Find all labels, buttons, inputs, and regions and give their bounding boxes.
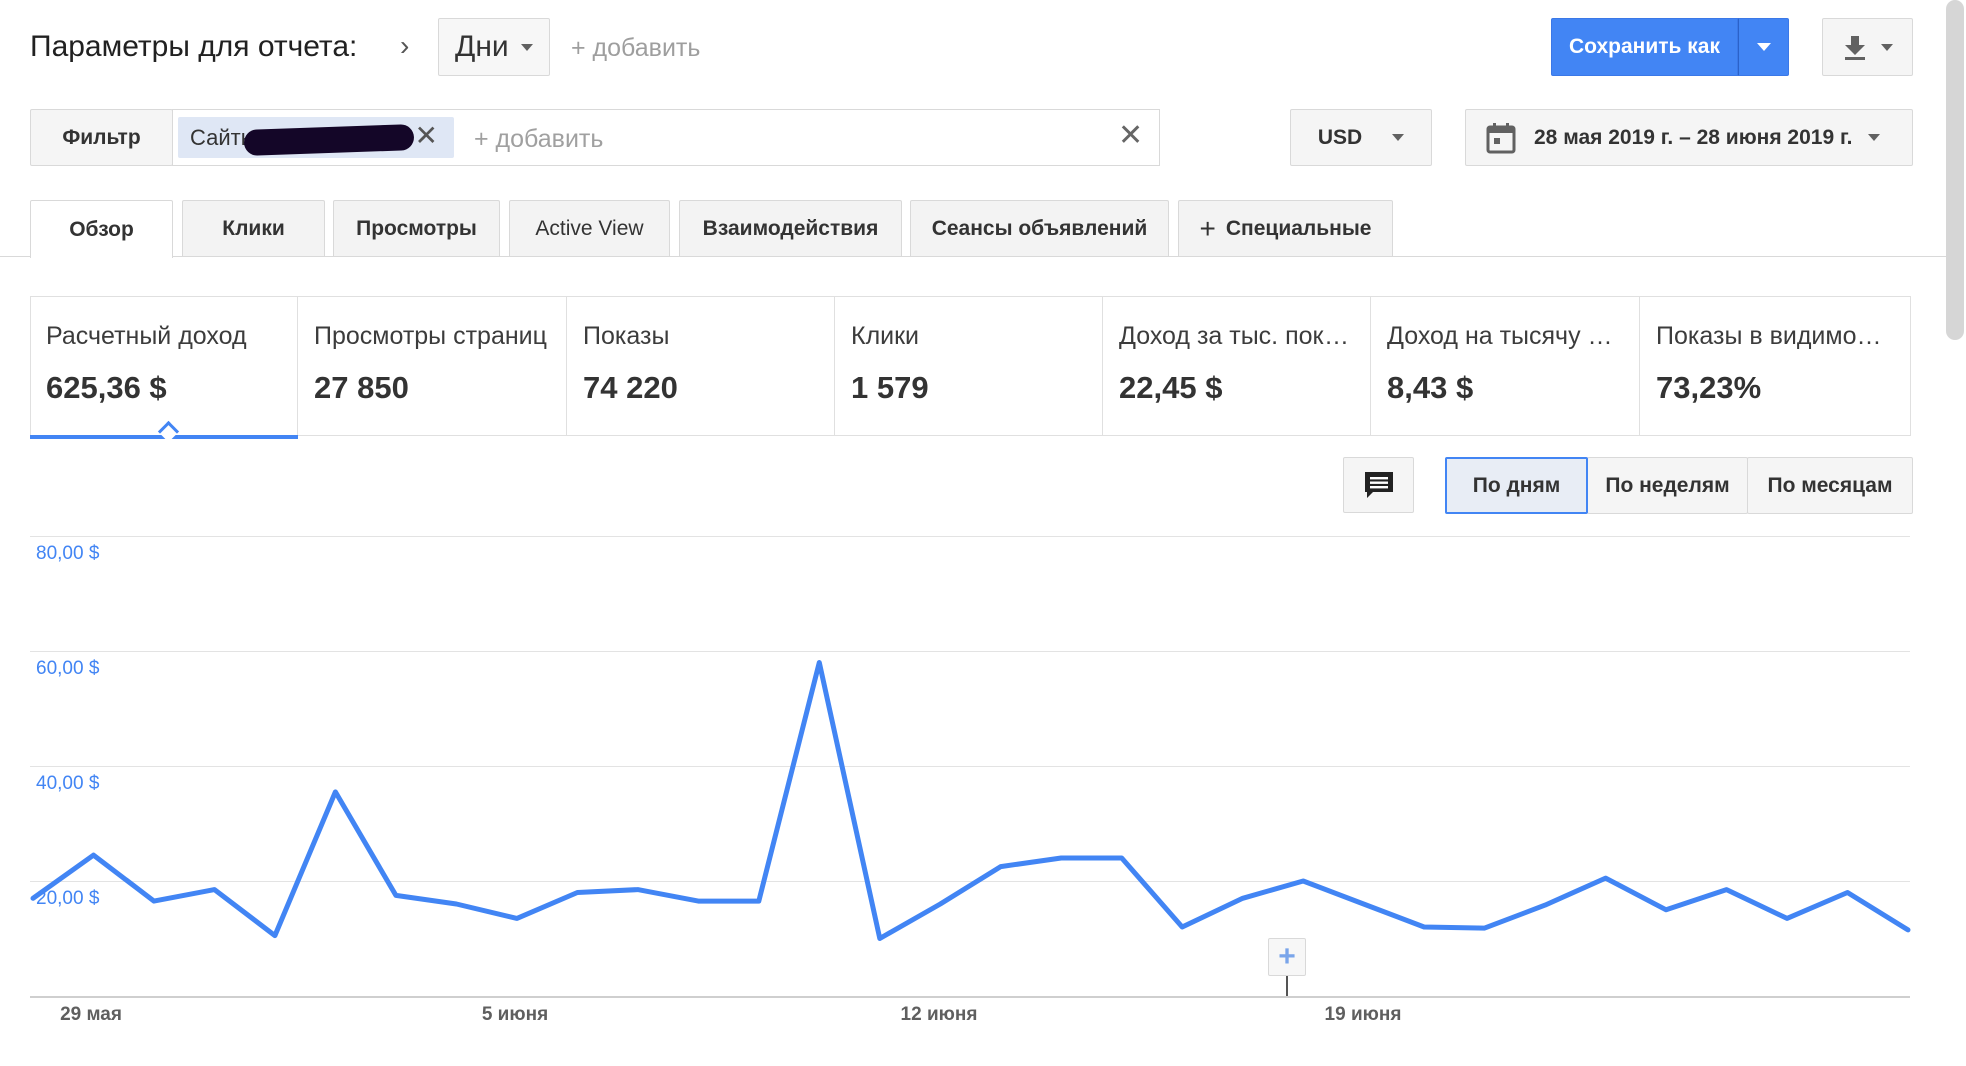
y-tick-label: 60,00 $ [36,658,100,679]
y-tick-label: 40,00 $ [36,773,100,794]
period-month-label: По месяцам [1767,473,1893,497]
tabs-baseline [0,256,1950,257]
date-range-select[interactable]: 28 мая 2019 г. – 28 июня 2019 г. [1465,109,1913,166]
gridline [30,651,1910,652]
tab-overview[interactable]: Обзор [30,200,173,258]
metric-card-impressions[interactable]: Показы 74 220 [567,296,835,436]
metric-label: Расчетный доход [46,322,247,350]
scrollbar-thumb[interactable] [1946,0,1964,340]
currency-select[interactable]: USD [1290,109,1432,166]
download-icon [1844,36,1865,60]
chevron-down-icon [1392,134,1405,141]
close-icon[interactable]: ✕ [415,121,438,151]
metric-card-active-view-viewable[interactable]: Показы в видимой области 73,23% [1640,296,1911,436]
save-as-dropdown-button[interactable] [1738,18,1789,76]
tab-views[interactable]: Просмотры [333,200,500,256]
annotation-stem [1286,976,1288,996]
metric-value: 8,43 $ [1387,370,1474,405]
close-icon[interactable]: ✕ [1118,118,1143,154]
chevron-down-icon [1880,43,1893,51]
tab-clicks[interactable]: Клики [182,200,325,256]
metric-value: 74 220 [583,370,678,405]
gridline [30,536,1910,537]
metric-label: Показы в видимой области [1656,322,1895,350]
redaction-mark [243,124,415,156]
gridline [30,766,1910,767]
save-as-label: Сохранить как [1569,35,1720,58]
metric-label: Доход за тыс. показов [1119,322,1354,350]
y-tick-label: 80,00 $ [36,543,100,564]
tab-ad-sessions[interactable]: Сеансы объявлений [910,200,1169,256]
x-tick-label: 12 июня [900,1004,978,1025]
add-annotation-button[interactable]: + [1268,938,1306,976]
comment-icon [1364,472,1393,498]
plus-icon: + [1199,212,1216,244]
period-week-label: По неделям [1605,473,1730,497]
filter-chip[interactable]: Сайты ✕ [178,117,454,158]
chevron-down-icon [520,43,533,51]
tab-label: Обзор [69,217,134,241]
period-month-button[interactable]: По месяцам [1747,457,1913,514]
period-day-button[interactable]: По дням [1445,457,1588,514]
period-day-label: По дням [1472,473,1561,497]
date-range-value: 28 мая 2019 г. – 28 июня 2019 г. [1534,125,1853,149]
add-filter-input[interactable]: + добавить [474,125,603,154]
metric-label: Показы [583,322,670,350]
gridline [30,881,1910,882]
metric-value: 73,23% [1656,370,1762,405]
annotations-button[interactable] [1343,457,1414,513]
metric-card-page-rpm[interactable]: Доход на тысячу запросов 8,43 $ [1371,296,1640,436]
metric-value: 1 579 [851,370,929,405]
series-line [30,660,1911,941]
filter-button[interactable]: Фильтр [30,109,173,166]
dimension-select-value: Дни [455,30,509,63]
tab-label: Взаимодействия [702,216,879,240]
x-tick-label: 29 мая [60,1004,122,1025]
metric-label: Доход на тысячу запросов [1387,322,1623,350]
metric-value: 22,45 $ [1119,370,1223,405]
chevron-right-icon: › [400,30,410,61]
tab-label: Сеансы объявлений [931,216,1148,240]
metric-value: 27 850 [314,370,409,405]
metric-card-clicks[interactable]: Клики 1 579 [835,296,1103,436]
metric-card-page-views[interactable]: Просмотры страниц 27 850 [298,296,567,436]
metric-card-estimated-revenue[interactable]: Расчетный доход 625,36 $ [30,296,298,443]
y-tick-label: 20,00 $ [36,888,100,909]
chevron-down-icon [1868,134,1881,141]
x-tick-label: 19 июня [1324,1004,1402,1025]
filter-button-label: Фильтр [62,125,141,149]
currency-select-value: USD [1317,125,1363,149]
tab-active-view[interactable]: Active View [509,200,670,256]
dimension-select[interactable]: Дни [438,18,550,76]
tab-interactions[interactable]: Взаимодействия [679,200,902,256]
plus-icon: + [1278,940,1296,973]
tab-custom[interactable]: + Специальные [1178,200,1393,256]
metric-value: 625,36 $ [46,370,167,405]
x-tick-label: 5 июня [481,1004,549,1025]
calendar-icon [1486,122,1516,153]
add-dimension-link[interactable]: + добавить [571,34,700,63]
chevron-down-icon [1756,43,1771,51]
tab-label: Специальные [1225,216,1372,240]
metric-card-impression-rpm[interactable]: Доход за тыс. показов 22,45 $ [1103,296,1371,436]
tab-label: Просмотры [356,216,477,240]
metric-label: Клики [851,322,920,350]
download-button[interactable] [1822,18,1913,76]
report-params-title: Параметры для отчета: [30,30,358,63]
tab-label: Active View [535,216,644,240]
save-as-button[interactable]: Сохранить как [1551,18,1738,76]
period-week-button[interactable]: По неделям [1587,457,1748,514]
x-axis-line [30,996,1910,998]
tab-label: Клики [222,216,285,240]
metric-label: Просмотры страниц [314,322,547,350]
